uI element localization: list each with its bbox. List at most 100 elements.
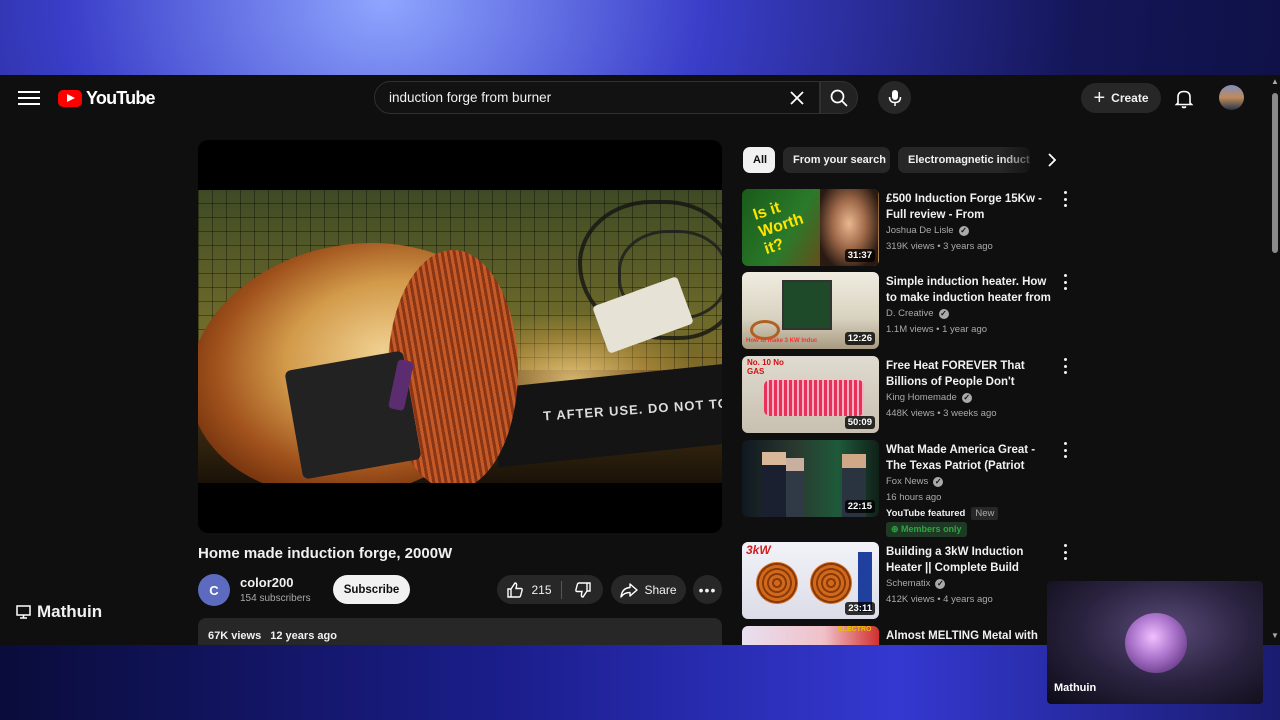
channel-avatar[interactable]: C — [198, 574, 230, 606]
mic-icon — [888, 89, 901, 106]
recommendation-meta: 319K views • 3 years ago — [886, 241, 993, 252]
share-button[interactable]: Share — [611, 575, 686, 604]
voice-search-button[interactable] — [878, 81, 911, 114]
thumbnail-text: ELECTRO — [838, 626, 872, 633]
video-thumbnail[interactable]: ELECTRO — [742, 626, 879, 645]
like-button[interactable]: 215 — [497, 575, 561, 604]
kebab-icon[interactable] — [1060, 274, 1070, 290]
recommendation-item[interactable]: No. 10 No GAS 50:09 Free Heat FOREVER Th… — [742, 356, 1072, 434]
browser-window: YouTube induction forge from burner + Cr… — [0, 75, 1280, 645]
streamer-label-text: Mathuin — [37, 602, 103, 621]
search-input[interactable]: induction forge from burner — [374, 81, 820, 114]
clear-icon[interactable] — [781, 82, 813, 114]
recommendation-title[interactable]: Building a 3kW Induction Heater || Compl… — [886, 544, 1054, 576]
account-avatar[interactable] — [1219, 85, 1244, 110]
featured-badges: YouTube featured New — [886, 507, 999, 520]
verified-icon: ✓ — [958, 225, 969, 236]
streamer-label: Mathuin — [16, 602, 102, 622]
youtube-logo-icon — [58, 90, 82, 107]
recommendation-meta: 1.1M views • 1 year ago — [886, 324, 988, 335]
search-query[interactable]: induction forge from burner — [389, 90, 781, 105]
dislike-icon — [574, 581, 591, 598]
like-dislike-group: 215 — [497, 575, 603, 604]
verified-icon: ✓ — [935, 578, 946, 589]
recommendation-item[interactable]: 3kW 23:11 Building a 3kW Induction Heate… — [742, 542, 1072, 620]
recommendation-item[interactable]: 22:15 What Made America Great - The Texa… — [742, 440, 1072, 540]
recommendation-title[interactable]: £500 Induction Forge 15Kw - Full review … — [886, 191, 1054, 223]
recommendation-title[interactable]: Free Heat FOREVER That Billions of Peopl… — [886, 358, 1054, 390]
thumbnail-text: Is it Worth it? — [751, 199, 806, 258]
verified-icon: ✓ — [938, 308, 949, 319]
video-duration: 12:26 — [844, 332, 875, 345]
verified-icon: ✓ — [961, 392, 972, 403]
upload-age: 12 years ago — [270, 630, 337, 642]
like-icon — [507, 581, 524, 598]
recommendation-item[interactable]: Is it Worth it? 31:37 £500 Induction For… — [742, 189, 1072, 267]
chip-fade — [1000, 145, 1040, 175]
person-1 — [762, 452, 786, 517]
video-duration: 23:11 — [845, 602, 875, 615]
person-2 — [786, 458, 804, 517]
dislike-button[interactable] — [562, 575, 603, 604]
view-count: 67K views — [208, 630, 262, 642]
recommendation-meta: 412K views • 4 years ago — [886, 594, 993, 605]
create-button[interactable]: + Create — [1081, 83, 1161, 113]
chevron-right-icon[interactable] — [1041, 149, 1063, 171]
menu-icon[interactable] — [18, 87, 40, 109]
monitor-icon — [16, 605, 31, 619]
recommendation-title[interactable]: Almost MELTING Metal with — [886, 628, 1054, 644]
channel-name-text: King Homemade — [886, 392, 957, 403]
thumbnail-text: 3kW — [746, 543, 771, 557]
like-count: 215 — [531, 582, 552, 597]
recommendation-item[interactable]: ELECTRO Almost MELTING Metal with — [742, 626, 1072, 645]
heating-coil — [764, 380, 864, 416]
members-only-label: Members only — [901, 524, 962, 534]
video-player[interactable]: T AFTER USE. DO NOT TO — [198, 140, 722, 533]
logo-text: YouTube — [86, 88, 156, 108]
recommendation-title[interactable]: What Made America Great - The Texas Patr… — [886, 442, 1054, 474]
bell-icon[interactable] — [1172, 86, 1196, 110]
chip-all[interactable]: All — [743, 147, 775, 173]
create-label: Create — [1111, 91, 1149, 105]
recommendation-channel[interactable]: Fox News ✓ — [886, 476, 944, 487]
description-box[interactable]: 67K views 12 years ago — [198, 618, 722, 645]
scroll-down-arrow[interactable]: ▼ — [1270, 631, 1280, 641]
kebab-icon[interactable] — [1060, 358, 1070, 374]
share-icon — [620, 582, 639, 598]
more-actions-button[interactable]: ••• — [693, 575, 722, 604]
channel-name-text: Fox News — [886, 476, 929, 487]
webcam-name: Mathuin — [1054, 682, 1097, 694]
copper-coil-image — [750, 320, 780, 340]
subscribe-button[interactable]: Subscribe — [333, 575, 410, 604]
recommendation-channel[interactable]: Schematix ✓ — [886, 578, 946, 589]
youtube-logo[interactable]: YouTube — [58, 88, 156, 109]
chip-from-your-search[interactable]: From your search — [783, 147, 890, 173]
recommendation-meta: 16 hours ago — [886, 492, 942, 503]
video-thumbnail[interactable]: No. 10 No GAS 50:09 — [742, 356, 879, 433]
scrollbar-thumb[interactable] — [1272, 93, 1278, 253]
webcam-overlay: Mathuin — [1047, 581, 1263, 704]
recommendation-channel[interactable]: Joshua De Lisle ✓ — [886, 225, 969, 236]
channel-name[interactable]: color200 — [240, 575, 293, 590]
recommendation-channel[interactable]: D. Creative ✓ — [886, 308, 949, 319]
video-thumbnail[interactable]: 22:15 — [742, 440, 879, 517]
kebab-icon[interactable] — [1060, 442, 1070, 458]
thumbnail-text: How to make 3 KW Induc — [746, 338, 818, 344]
thumbnail-text: No. 10 No GAS — [747, 358, 784, 376]
kebab-icon[interactable] — [1060, 191, 1070, 207]
webcam-face — [1125, 613, 1187, 673]
video-frame: T AFTER USE. DO NOT TO — [198, 190, 722, 483]
members-only-badge: ⊕ Members only — [886, 522, 967, 537]
recommendation-channel[interactable]: King Homemade ✓ — [886, 392, 972, 403]
scroll-up-arrow[interactable]: ▲ — [1270, 77, 1280, 86]
recommendation-item[interactable]: How to make 3 KW Induc 12:26 Simple indu… — [742, 272, 1072, 350]
video-thumbnail[interactable]: Is it Worth it? 31:37 — [742, 189, 879, 266]
recommendation-title[interactable]: Simple induction heater. How to make ind… — [886, 274, 1054, 306]
video-thumbnail[interactable]: How to make 3 KW Induc 12:26 — [742, 272, 879, 349]
video-thumbnail[interactable]: 3kW 23:11 — [742, 542, 879, 619]
search-button[interactable] — [820, 81, 858, 114]
kebab-icon[interactable] — [1060, 544, 1070, 560]
top-bar: YouTube induction forge from burner + Cr… — [0, 75, 1270, 121]
more-icon: ••• — [698, 581, 717, 598]
plus-icon: + — [1093, 87, 1106, 109]
